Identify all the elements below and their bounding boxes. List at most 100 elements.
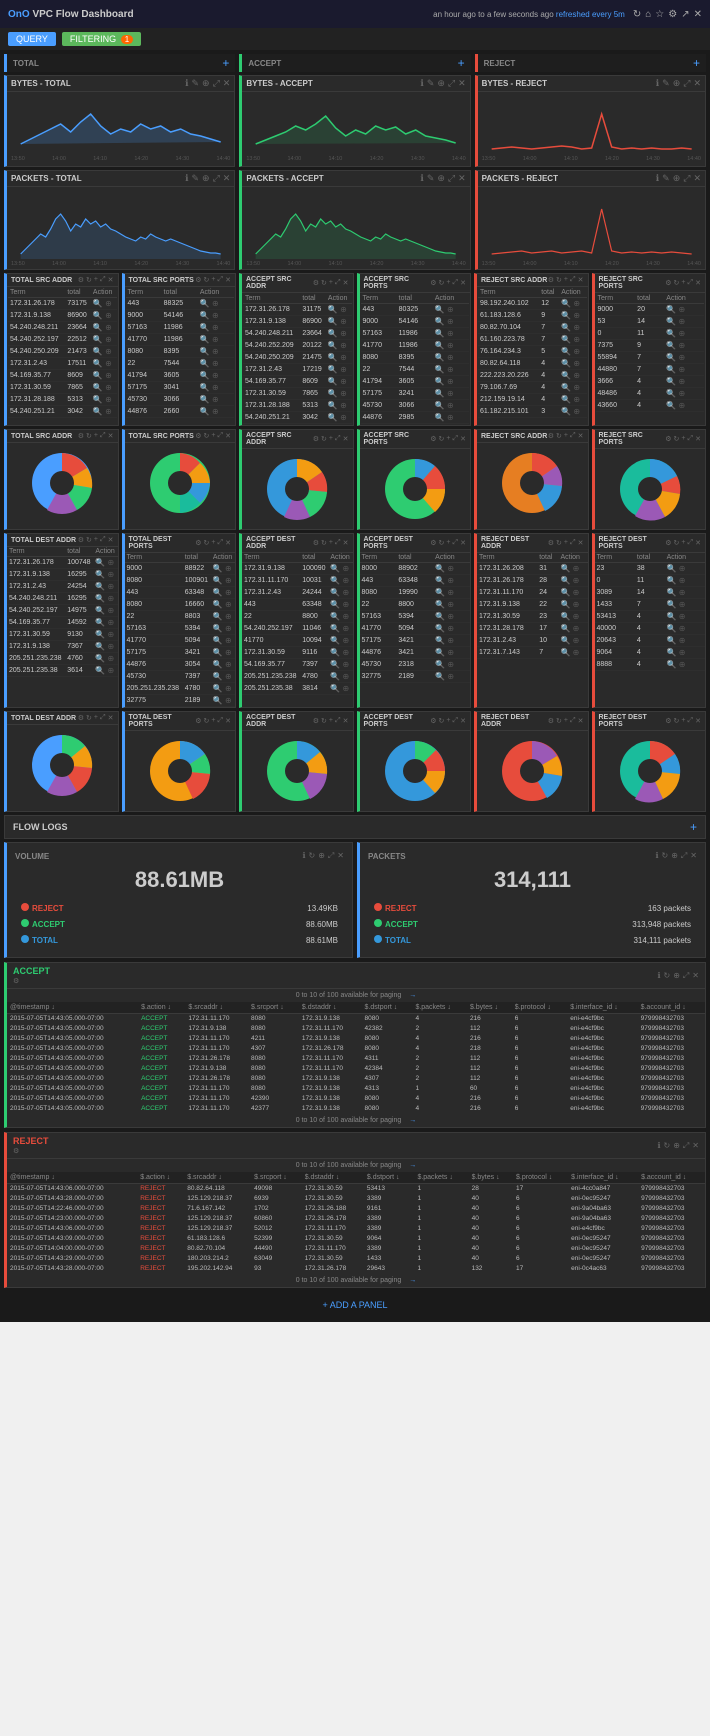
config-icon6[interactable]: ⊕ (673, 173, 681, 184)
share-icon[interactable]: ↗ (681, 9, 689, 20)
rdp2[interactable]: ↻ (204, 717, 210, 725)
cdt1[interactable]: ⚙ (78, 536, 84, 544)
cdt5[interactable]: ⚙ (548, 539, 554, 547)
cdp1[interactable]: ⚙ (78, 714, 84, 722)
epie2[interactable]: ⤢ (218, 432, 224, 440)
xdt4[interactable]: ✕ (460, 539, 466, 547)
info-icon3[interactable]: ℹ (656, 78, 659, 89)
refresh-icon[interactable]: ↻ (633, 9, 641, 20)
close-panel-icon6[interactable]: ✕ (693, 173, 701, 184)
exp3[interactable]: ⤢ (335, 279, 341, 287)
add1[interactable]: + (94, 276, 98, 284)
add6[interactable]: + (681, 279, 685, 287)
expand-icon2[interactable]: ⤢ (448, 78, 455, 89)
al-config[interactable]: ⊕ (673, 971, 680, 981)
cpie1[interactable]: ⚙ (78, 432, 84, 440)
edp4[interactable]: ⤢ (453, 717, 459, 725)
apie4[interactable]: + (446, 435, 450, 443)
al-refresh[interactable]: ↻ (663, 971, 670, 981)
epie6[interactable]: ⤢ (688, 435, 694, 443)
config-icon5[interactable]: ⊕ (437, 173, 445, 184)
rdt1[interactable]: ↻ (86, 536, 92, 544)
adp5[interactable]: + (564, 717, 568, 725)
xdt3[interactable]: ✕ (343, 539, 349, 547)
al-info[interactable]: ℹ (657, 971, 660, 981)
epie5[interactable]: ⤢ (570, 432, 576, 440)
rl-info[interactable]: ℹ (657, 1141, 660, 1151)
close-panel-icon[interactable]: ✕ (223, 78, 231, 89)
rdt3[interactable]: ↻ (321, 539, 327, 547)
cdp3[interactable]: ⚙ (313, 717, 319, 725)
query-button[interactable]: QUERY (8, 32, 56, 46)
xdt1[interactable]: ✕ (108, 536, 114, 544)
rpie4[interactable]: ↻ (439, 435, 445, 443)
settings-icon[interactable]: ⚙ (668, 9, 677, 20)
xdt6[interactable]: ✕ (695, 539, 701, 547)
cfg4[interactable]: ⚙ (430, 279, 436, 287)
reject-add-button[interactable]: + (693, 56, 700, 70)
edp3[interactable]: ⤢ (335, 717, 341, 725)
info-icon5[interactable]: ℹ (420, 173, 423, 184)
expand-icon6[interactable]: ⤢ (683, 173, 690, 184)
add-panel-footer[interactable]: + ADD A PANEL (4, 1292, 706, 1318)
add3[interactable]: + (329, 279, 333, 287)
cdt2[interactable]: ⚙ (195, 539, 201, 547)
accept-add-button[interactable]: + (458, 56, 465, 70)
rl-expand[interactable]: ⤢ (683, 1141, 689, 1151)
adp6[interactable]: + (681, 717, 685, 725)
edt6[interactable]: ⤢ (688, 539, 694, 547)
pkt-config[interactable]: ⊕ (671, 851, 678, 861)
rdt6[interactable]: ↻ (674, 539, 680, 547)
al-expand[interactable]: ⤢ (683, 971, 689, 981)
adt5[interactable]: + (564, 539, 568, 547)
rdp5[interactable]: ↻ (556, 717, 562, 725)
add5[interactable]: + (564, 276, 568, 284)
exp4[interactable]: ⤢ (453, 279, 459, 287)
edit-icon4[interactable]: ✎ (191, 173, 199, 184)
close-panel-icon2[interactable]: ✕ (458, 78, 466, 89)
cdp5[interactable]: ⚙ (548, 717, 554, 725)
edp5[interactable]: ⤢ (570, 717, 576, 725)
adt2[interactable]: + (211, 539, 215, 547)
xdp2[interactable]: ✕ (225, 717, 231, 725)
adp1[interactable]: + (94, 714, 98, 722)
edt1[interactable]: ⤢ (100, 536, 106, 544)
epie1[interactable]: ⤢ (100, 432, 106, 440)
expand-icon3[interactable]: ⤢ (683, 78, 690, 89)
cfg1[interactable]: ⚙ (78, 276, 84, 284)
vol-info[interactable]: ℹ (302, 851, 305, 861)
close-panel-icon3[interactable]: ✕ (693, 78, 701, 89)
ref5[interactable]: ↻ (556, 276, 562, 284)
exp6[interactable]: ⤢ (688, 279, 694, 287)
info-icon6[interactable]: ℹ (656, 173, 659, 184)
cls5[interactable]: ✕ (578, 276, 584, 284)
add4[interactable]: + (446, 279, 450, 287)
cpie2[interactable]: ⚙ (195, 432, 201, 440)
xdt5[interactable]: ✕ (578, 539, 584, 547)
bookmark-icon[interactable]: ☆ (655, 9, 664, 20)
apie5[interactable]: + (564, 432, 568, 440)
xdp1[interactable]: ✕ (108, 714, 114, 722)
cfg2[interactable]: ⚙ (195, 276, 201, 284)
edt2[interactable]: ⤢ (218, 539, 224, 547)
cls1[interactable]: ✕ (108, 276, 114, 284)
rpie1[interactable]: ↻ (86, 432, 92, 440)
epie3[interactable]: ⤢ (335, 435, 341, 443)
edt3[interactable]: ⤢ (335, 539, 341, 547)
config-icon[interactable]: ⊕ (202, 78, 210, 89)
ref4[interactable]: ↻ (439, 279, 445, 287)
cdp4[interactable]: ⚙ (430, 717, 436, 725)
cdp6[interactable]: ⚙ (665, 717, 671, 725)
edit-icon2[interactable]: ✎ (427, 78, 435, 89)
rdp4[interactable]: ↻ (439, 717, 445, 725)
vol-refresh[interactable]: ↻ (308, 851, 315, 861)
exp5[interactable]: ⤢ (570, 276, 576, 284)
edit-icon5[interactable]: ✎ (427, 173, 435, 184)
epie4[interactable]: ⤢ (453, 435, 459, 443)
pkt-refresh[interactable]: ↻ (661, 851, 668, 861)
vol-close[interactable]: ✕ (337, 851, 344, 861)
al-close[interactable]: ✕ (692, 971, 699, 981)
pkt-close[interactable]: ✕ (690, 851, 697, 861)
expand-icon5[interactable]: ⤢ (448, 173, 455, 184)
edp2[interactable]: ⤢ (218, 717, 224, 725)
